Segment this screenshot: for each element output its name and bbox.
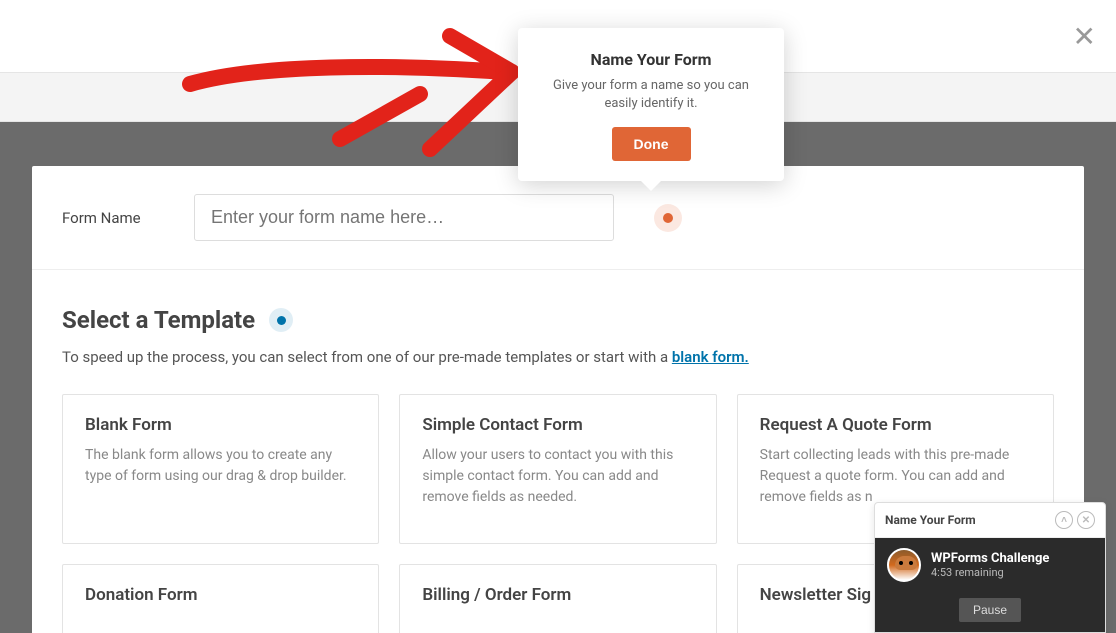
- form-name-input[interactable]: [194, 194, 614, 241]
- blank-form-link[interactable]: blank form.: [672, 348, 749, 366]
- template-card-title: Request A Quote Form: [760, 415, 1031, 435]
- template-card-title: Billing / Order Form: [422, 585, 693, 605]
- select-template-heading-text: Select a Template: [62, 306, 255, 334]
- challenge-body: WPForms Challenge 4:53 remaining: [875, 538, 1105, 592]
- template-card-donation[interactable]: Donation Form: [62, 564, 379, 633]
- template-card-title: Donation Form: [85, 585, 356, 605]
- template-card-desc: Allow your users to contact you with thi…: [422, 445, 693, 508]
- form-name-row: Form Name: [32, 166, 1084, 270]
- challenge-title: WPForms Challenge: [931, 551, 1049, 566]
- challenge-footer: Pause: [875, 592, 1105, 632]
- popover-desc: Give your form a name so you can easily …: [540, 77, 762, 113]
- challenge-header: Name Your Form ˄ ✕: [875, 503, 1105, 538]
- template-card-title: Blank Form: [85, 415, 356, 435]
- popover-done-button[interactable]: Done: [612, 127, 691, 161]
- form-name-label: Form Name: [62, 209, 162, 227]
- challenge-close-icon[interactable]: ✕: [1077, 511, 1095, 529]
- template-card-title: Simple Contact Form: [422, 415, 693, 435]
- challenge-remaining: 4:53 remaining: [931, 566, 1049, 579]
- template-card-blank[interactable]: Blank Form The blank form allows you to …: [62, 394, 379, 544]
- mascot-avatar-icon: [887, 548, 921, 582]
- template-description: To speed up the process, you can select …: [62, 348, 1054, 366]
- challenge-collapse-icon[interactable]: ˄: [1055, 511, 1073, 529]
- name-form-popover: Name Your Form Give your form a name so …: [518, 28, 784, 181]
- challenge-widget: Name Your Form ˄ ✕ WPForms Challenge 4:5…: [874, 502, 1106, 633]
- template-card-desc: Start collecting leads with this pre-mad…: [760, 445, 1031, 508]
- challenge-header-title: Name Your Form: [885, 513, 976, 527]
- popover-title: Name Your Form: [540, 50, 762, 69]
- close-icon[interactable]: ✕: [1073, 20, 1096, 53]
- template-card-billing[interactable]: Billing / Order Form: [399, 564, 716, 633]
- hint-pulse-dot[interactable]: [654, 204, 682, 232]
- template-card-contact[interactable]: Simple Contact Form Allow your users to …: [399, 394, 716, 544]
- template-card-desc: The blank form allows you to create any …: [85, 445, 356, 487]
- new-indicator-dot: [269, 308, 293, 332]
- challenge-pause-button[interactable]: Pause: [959, 598, 1021, 622]
- select-template-heading: Select a Template: [62, 306, 1054, 334]
